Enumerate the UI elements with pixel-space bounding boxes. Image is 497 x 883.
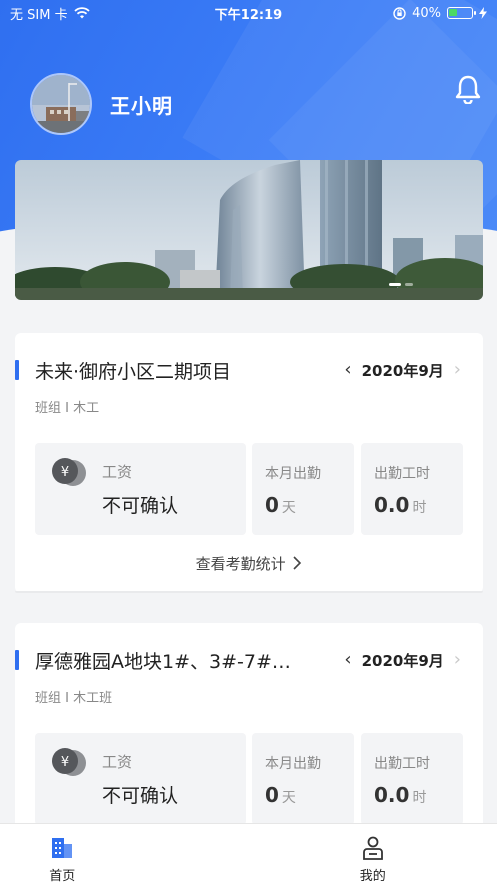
person-icon — [362, 836, 383, 860]
battery-icon — [447, 7, 476, 19]
month-label: 2020年9月 — [361, 651, 444, 670]
hours-tile[interactable]: 出勤工时 0.0 时 — [361, 733, 463, 825]
charging-icon — [479, 7, 487, 19]
stats-row: ¥ 工资 不可确认 本月出勤 0天 出勤工时 0.0 时 — [35, 443, 465, 535]
attendance-label: 本月出勤 — [265, 466, 321, 482]
building-icon — [52, 838, 73, 858]
wage-label: 工资 — [102, 753, 133, 771]
prev-month-button[interactable]: ‹ — [344, 651, 351, 669]
next-month-button[interactable]: › — [454, 651, 461, 669]
attendance-label: 本月出勤 — [265, 756, 321, 772]
chevron-right-icon — [293, 556, 302, 570]
team-info: 班组 I 木工班 — [35, 691, 113, 706]
project-card: 厚德雅园A地块1#、3#-7#… ‹ 2020年9月 › 班组 I 木工班 ¥ … — [15, 623, 483, 843]
banner-pagination — [389, 283, 413, 286]
title-accent-bar — [15, 360, 19, 380]
next-month-button[interactable]: › — [454, 361, 461, 379]
view-attendance-link[interactable]: 查看考勤统计 — [15, 553, 483, 574]
profile-header: 王小明 — [30, 73, 173, 135]
prev-month-button[interactable]: ‹ — [344, 361, 351, 379]
yuan-coin-icon: ¥ — [52, 458, 86, 486]
attendance-tile[interactable]: 本月出勤 0天 — [252, 733, 354, 825]
svg-text:¥: ¥ — [61, 465, 69, 480]
tab-mine[interactable]: 我的 — [249, 824, 497, 883]
wage-tile[interactable]: ¥ 工资 不可确认 — [35, 443, 246, 535]
hours-value: 0.0 时 — [374, 783, 427, 807]
month-selector: ‹ 2020年9月 › — [344, 360, 461, 381]
svg-text:¥: ¥ — [61, 755, 69, 770]
wage-value: 不可确认 — [102, 495, 179, 517]
card-divider — [15, 591, 483, 593]
tab-bar: 首页 我的 — [0, 823, 497, 883]
hours-value: 0.0 时 — [374, 493, 427, 517]
title-accent-bar — [15, 650, 19, 670]
wage-tile[interactable]: ¥ 工资 不可确认 — [35, 733, 246, 825]
tab-mine-label: 我的 — [359, 869, 386, 883]
hours-label: 出勤工时 — [374, 466, 430, 482]
battery-percent: 40% — [412, 5, 441, 21]
attendance-value: 0天 — [265, 493, 296, 517]
attendance-tile[interactable]: 本月出勤 0天 — [252, 443, 354, 535]
rotation-lock-icon — [393, 6, 406, 20]
username: 王小明 — [110, 93, 173, 118]
carrier-label: 无 SIM 卡 — [10, 7, 68, 23]
month-selector: ‹ 2020年9月 › — [344, 650, 461, 671]
project-card: 未来·御府小区二期项目 ‹ 2020年9月 › 班组 I 木工 ¥ 工资 不可确… — [15, 333, 483, 593]
wage-value: 不可确认 — [102, 785, 179, 807]
wifi-icon — [73, 7, 90, 19]
project-title[interactable]: 未来·御府小区二期项目 — [35, 357, 305, 384]
month-label: 2020年9月 — [361, 361, 444, 380]
yuan-coin-icon: ¥ — [52, 748, 86, 776]
bell-icon[interactable] — [454, 74, 482, 104]
project-title[interactable]: 厚德雅园A地块1#、3#-7#… — [35, 647, 305, 674]
avatar[interactable] — [30, 73, 92, 135]
banner-image[interactable] — [15, 160, 483, 300]
tab-home[interactable]: 首页 — [0, 824, 249, 883]
tab-home-label: 首页 — [49, 869, 76, 883]
hours-label: 出勤工时 — [374, 756, 430, 772]
wage-label: 工资 — [102, 463, 133, 481]
attendance-value: 0天 — [265, 783, 296, 807]
status-bar: 无 SIM 卡 下午12:19 40% — [0, 0, 497, 26]
stats-row: ¥ 工资 不可确认 本月出勤 0天 出勤工时 0.0 时 — [35, 733, 465, 825]
hours-tile[interactable]: 出勤工时 0.0 时 — [361, 443, 463, 535]
clock: 下午12:19 — [214, 7, 283, 23]
team-info: 班组 I 木工 — [35, 401, 100, 416]
